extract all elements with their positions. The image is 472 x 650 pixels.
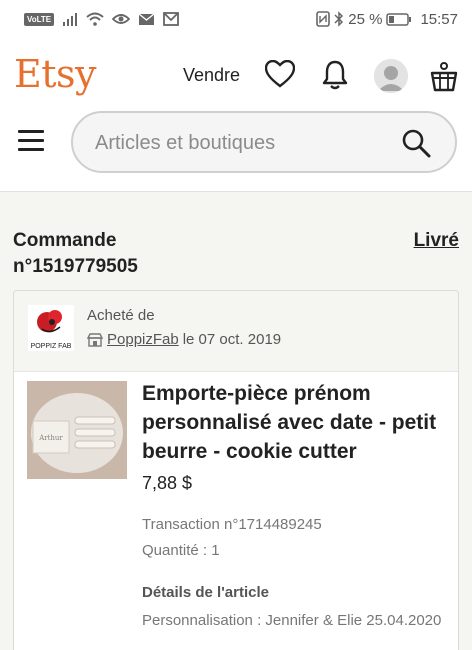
search-bar[interactable]: [71, 111, 457, 173]
shop-logo-text: POPPIZ FAB: [30, 343, 72, 350]
item-thumbnail[interactable]: Arthur: [27, 381, 127, 479]
poppy-logo-image: [37, 310, 62, 333]
search-input[interactable]: [95, 129, 385, 157]
search-icon[interactable]: [399, 126, 433, 160]
shop-row: POPPIZ FAB Acheté de PoppizFab le 07 oct…: [14, 291, 458, 371]
status-bar: VoLTE 25 % 15:57: [0, 0, 472, 38]
mail-icon: [138, 12, 155, 26]
thumbnail-text: Arthur: [38, 434, 63, 442]
bell-icon[interactable]: [322, 60, 348, 90]
menu-icon[interactable]: [18, 130, 44, 157]
order-item: Arthur Emporte-pièce prénom personnalisé…: [14, 371, 458, 650]
cookie-cutter-image: Arthur: [27, 381, 127, 479]
bought-from-label: Acheté de: [87, 307, 155, 324]
bluetooth-icon: [334, 11, 344, 27]
order-status-link[interactable]: Livré: [414, 228, 459, 254]
eye-icon: [112, 12, 131, 26]
shop-logo[interactable]: POPPIZ FAB: [28, 305, 74, 351]
heart-icon[interactable]: [265, 60, 295, 88]
item-price: 7,88 $: [142, 473, 193, 493]
purchase-date: le 07 oct. 2019: [182, 331, 282, 348]
nfc-icon: [316, 11, 331, 27]
battery-icon: [386, 12, 412, 26]
avatar[interactable]: [374, 59, 408, 93]
shop-icon: [87, 332, 103, 347]
order-card: POPPIZ FAB Acheté de PoppizFab le 07 oct…: [13, 290, 459, 650]
battery-percent: 25 %: [348, 10, 383, 28]
order-title: Commande n°1519779505: [13, 230, 138, 277]
item-details-heading: Détails de l'article: [142, 584, 269, 601]
wifi-icon: [86, 12, 104, 26]
transaction-number: Transaction n°1714489245: [142, 516, 322, 533]
etsy-logo[interactable]: Etsy: [14, 52, 96, 96]
shop-line: PoppizFab le 07 oct. 2019: [87, 331, 281, 348]
item-quantity: Quantité : 1: [142, 542, 220, 559]
clock: 15:57: [420, 10, 458, 28]
status-right: 25 % 15:57: [316, 11, 458, 28]
app-header: Etsy Vendre: [0, 38, 472, 192]
signal-icon: [62, 12, 78, 26]
gmail-icon: [163, 12, 180, 26]
shop-name-link[interactable]: PoppizFab: [107, 331, 179, 348]
item-details-personalization: Personnalisation : Jennifer & Elie 25.04…: [142, 612, 442, 629]
status-left: VoLTE: [24, 12, 180, 26]
volte-badge: VoLTE: [24, 12, 55, 26]
sell-link[interactable]: Vendre: [183, 65, 240, 86]
basket-icon[interactable]: [430, 62, 458, 92]
item-title-link[interactable]: Emporte-pièce prénom personnalisé avec d…: [142, 379, 442, 466]
